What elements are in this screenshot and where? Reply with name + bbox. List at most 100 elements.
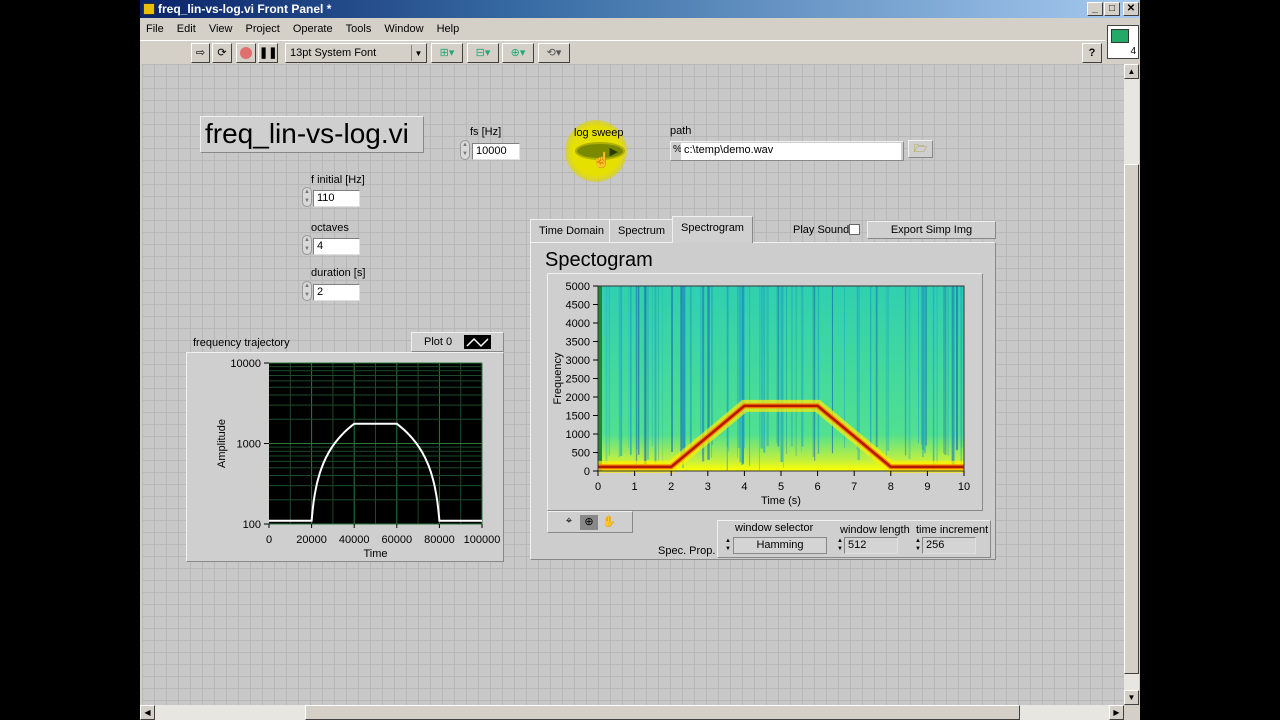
scroll-right-icon[interactable]: ▶ [1109, 705, 1124, 720]
distribute-objects-icon[interactable]: ⊟▾ [467, 43, 499, 63]
abort-icon[interactable] [236, 43, 256, 63]
duration-increment-decrement[interactable]: ▲ ▼ [302, 281, 312, 301]
dc-column [598, 286, 602, 471]
y-axis-label: Amplitude [216, 419, 228, 468]
spectral-stripe [711, 286, 714, 445]
tab-spectrogram[interactable]: Spectrogram [672, 216, 753, 243]
spectral-stripe [817, 286, 820, 454]
spectral-stripe [870, 286, 872, 458]
tab-spectrum[interactable]: Spectrum [609, 219, 675, 242]
cursor-tool-icon[interactable]: ⌖ [560, 515, 578, 530]
path-input[interactable]: c:\temp\demo.wav [681, 143, 901, 160]
window-selector-ring[interactable]: Hamming [733, 537, 827, 554]
folder-browse-icon[interactable]: 🗁 [908, 140, 933, 158]
spectral-stripe [960, 286, 963, 448]
export-simp-img-button[interactable]: Export Simp Img [867, 221, 996, 239]
pause-icon[interactable]: ❚❚ [258, 43, 278, 63]
menu-tools[interactable]: Tools [346, 23, 372, 35]
maximize-button[interactable]: □ [1104, 2, 1120, 16]
spectral-stripe [630, 286, 632, 456]
legend-line-icon [464, 335, 491, 349]
tab-time-domain[interactable]: Time Domain [530, 219, 613, 242]
menu-help[interactable]: Help [437, 23, 460, 35]
y-tick-label: 3000 [566, 355, 590, 367]
vertical-scrollbar[interactable]: ▲ ▼ [1124, 64, 1139, 705]
minimize-button[interactable]: _ [1087, 2, 1103, 16]
scroll-down-icon[interactable]: ▼ [1124, 690, 1139, 705]
x-tick-label: 9 [924, 481, 930, 493]
connector-pane-icon[interactable]: 4 [1107, 25, 1139, 59]
y-tick-label: 1500 [566, 411, 590, 423]
y-tick-label: 2500 [566, 374, 590, 386]
reorder-icon[interactable]: ⟲▾ [538, 43, 570, 63]
x-tick-label: 80000 [424, 534, 455, 546]
hand-cursor-icon: ☝ [592, 152, 611, 169]
spectral-stripe [920, 286, 923, 445]
menu-window[interactable]: Window [384, 23, 423, 35]
menu-view[interactable]: View [209, 23, 233, 35]
f-initial-increment-decrement[interactable]: ▲ ▼ [302, 187, 312, 207]
font-selector[interactable]: 13pt System Font ▼ [285, 43, 427, 63]
y-axis-label: Frequency [552, 352, 564, 404]
x-tick-label: 5 [778, 481, 784, 493]
f-initial-input[interactable]: 110 [313, 190, 360, 207]
plot-legend[interactable]: Plot 0 [411, 332, 504, 352]
run-continuously-icon[interactable]: ⟳ [212, 43, 232, 63]
legend-label: Plot 0 [424, 336, 453, 348]
chevron-down-icon: ▼ [411, 45, 425, 61]
menu-file[interactable]: File [146, 23, 164, 35]
duration-input[interactable]: 2 [313, 284, 360, 301]
labview-window: freq_lin-vs-log.vi Front Panel * _ □ ✕ F… [140, 0, 1140, 720]
menu-operate[interactable]: Operate [293, 23, 333, 35]
trajectory-plot: 1001000100000 20000 40000 60000 80000 100000T… [216, 358, 500, 560]
time-increment-spinner[interactable]: ▲ ▼ [915, 537, 921, 553]
scroll-up-icon[interactable]: ▲ [1124, 64, 1139, 79]
spectral-stripe [887, 286, 890, 451]
spectrogram-graph: 0 500 1000 1500 2000 2500 3000 3500 4000 4500 5000… [547, 273, 983, 511]
vi-name-label: freq_lin-vs-log.vi [200, 116, 424, 153]
spectral-stripe [662, 286, 664, 470]
spectral-stripe [689, 286, 693, 451]
spectral-stripe [936, 286, 938, 468]
spectral-stripe [800, 286, 802, 453]
help-button[interactable]: ? [1082, 43, 1102, 63]
time-increment-label: time increment [916, 524, 989, 536]
spectral-stripe [932, 286, 935, 471]
x-axis-label: Time (s) [761, 495, 801, 507]
spectral-stripe [760, 286, 763, 449]
spectral-stripe [763, 286, 766, 453]
horizontal-scroll-thumb[interactable] [305, 705, 1020, 720]
y-tick-label: 10000 [230, 358, 261, 370]
y-tick-label: 3500 [566, 337, 590, 349]
menu-project[interactable]: Project [246, 23, 280, 35]
time-increment-input[interactable]: 256 [922, 537, 976, 554]
align-objects-icon[interactable]: ⊞▾ [431, 43, 463, 63]
menu-edit[interactable]: Edit [177, 23, 196, 35]
spectral-stripe [904, 286, 907, 456]
play-sound-checkbox[interactable] [849, 224, 860, 235]
octaves-increment-decrement[interactable]: ▲ ▼ [302, 235, 312, 255]
spectral-stripe [885, 286, 888, 463]
close-button[interactable]: ✕ [1123, 2, 1139, 16]
fs-increment-decrement[interactable]: ▲ ▼ [460, 140, 470, 160]
vertical-scroll-thumb[interactable] [1124, 164, 1139, 674]
spectral-stripe [658, 286, 659, 461]
fs-input[interactable]: 10000 [472, 143, 520, 160]
resize-objects-icon[interactable]: ⊕▾ [502, 43, 534, 63]
octaves-input[interactable]: 4 [313, 238, 360, 255]
zoom-tool-icon[interactable]: ⊕ [580, 515, 598, 530]
scroll-left-icon[interactable]: ◀ [140, 705, 155, 720]
horizontal-scrollbar[interactable]: ◀ ▶ [140, 705, 1124, 720]
spectral-stripe [620, 286, 623, 456]
spectral-stripe [654, 286, 657, 463]
window-length-spinner[interactable]: ▲ ▼ [837, 537, 843, 553]
y-tick-label: 4500 [566, 300, 590, 312]
spectral-stripe [778, 286, 780, 452]
window-title: freq_lin-vs-log.vi Front Panel * [158, 2, 332, 16]
spectral-stripe [682, 286, 684, 468]
pan-hand-icon[interactable]: ✋ [600, 515, 618, 530]
y-tick-label: 1000 [566, 429, 590, 441]
window-selector-spinner[interactable]: ▲ ▼ [725, 537, 731, 553]
window-length-input[interactable]: 512 [844, 537, 898, 554]
run-arrow-icon[interactable]: ⇨ [191, 43, 210, 63]
